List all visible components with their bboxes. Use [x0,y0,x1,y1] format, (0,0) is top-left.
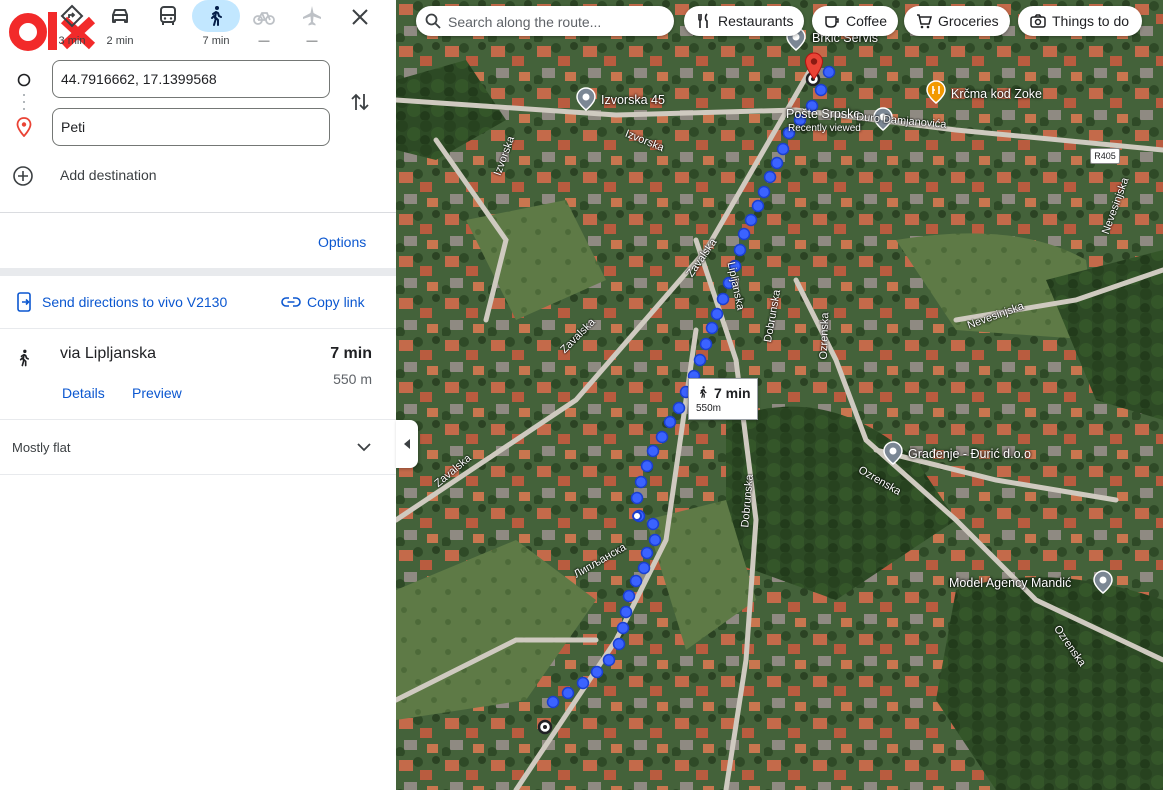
badge-time: 7 min [714,385,751,401]
chip-coffee[interactable]: Coffee [812,6,898,36]
directions-diamond-icon [60,4,84,28]
details-button[interactable]: Details [62,385,105,401]
camera-icon [1030,14,1046,28]
section-divider [0,268,396,276]
place-label[interactable]: Građenje - Đurić d.o.o [908,447,1031,461]
mode-transit-button[interactable] [146,0,190,52]
elevation-row[interactable]: Mostly flat [0,420,396,474]
place-sublabel: Recently viewed [788,123,861,134]
search-icon [425,13,441,29]
satellite-imagery [396,0,1163,790]
search-along-route[interactable] [416,6,674,36]
link-icon[interactable] [281,294,301,310]
walking-icon [211,6,222,26]
mode-driving-label: 2 min [106,35,134,47]
trip-route-name: via Lipljanska [60,345,157,362]
divider [0,328,396,329]
close-icon[interactable] [349,6,371,28]
cart-icon [917,14,932,29]
mode-driving-button[interactable]: 2 min [98,0,142,52]
origin-circle-icon [17,73,31,87]
bicycle-icon [253,12,275,25]
search-input[interactable] [446,10,670,34]
place-label[interactable]: Izvorska 45 [601,93,665,107]
place-label[interactable]: Pošte Srpske [786,107,860,121]
mode-flights-label: — [306,35,318,47]
badge-distance: 550m [696,403,722,414]
airplane-icon [303,6,321,26]
restaurant-icon [698,13,708,28]
restaurant-pin-icon[interactable] [926,80,946,104]
chevron-down-icon [357,443,371,452]
coffee-icon [825,16,839,28]
mode-flights-button[interactable]: — [290,0,334,52]
chip-coffee-label: Coffee [846,13,887,29]
trip-distance: 550 m [333,371,372,387]
send-to-phone-icon[interactable] [16,292,34,312]
destination-input[interactable]: Peti [52,108,330,146]
waypoint-marker [632,511,642,521]
trip-duration: 7 min [330,345,372,362]
add-destination-icon[interactable] [12,165,34,187]
options-button[interactable]: Options [318,234,366,250]
caret-left-icon [404,439,410,449]
mode-best-button[interactable]: 3 min [50,0,94,52]
road-shield: R405 [1090,148,1120,164]
mode-best-label: 3 min [58,35,86,47]
mode-cycling-label: — [258,35,270,47]
destination-pin-icon [16,117,32,137]
place-pin-icon[interactable] [883,441,903,465]
preview-button[interactable]: Preview [132,385,182,401]
divider [0,474,396,475]
mode-walking-label: 7 min [202,35,230,47]
walking-icon [19,349,29,367]
chip-restaurants-label: Restaurants [718,13,794,29]
place-label[interactable]: Krčma kod Zoke [951,87,1042,101]
divider [0,212,396,213]
directions-panel: 3 min 2 min 7 min — — 44.7916662, 17.139… [0,0,397,790]
chip-things-to-do[interactable]: Things to do [1018,6,1142,36]
route-dots-icon [23,94,25,110]
bus-icon [160,6,176,25]
mode-cycling-button[interactable]: — [242,0,286,52]
terrain-label: Mostly flat [12,440,71,455]
walking-icon [700,386,707,398]
place-pin-icon[interactable] [1093,570,1113,594]
chip-groceries-label: Groceries [938,13,999,29]
place-pin-icon[interactable] [576,87,596,111]
destination-pin-icon[interactable] [804,52,824,80]
swap-icon[interactable] [348,90,372,114]
collapse-panel-button[interactable] [396,420,418,468]
add-destination-button[interactable]: Add destination [60,167,157,183]
origin-input[interactable]: 44.7916662, 17.1399568 [52,60,330,98]
place-label[interactable]: Model Agency Mandić [949,576,1071,590]
chip-groceries[interactable]: Groceries [904,6,1010,36]
street-label: Ozrenska [817,312,832,360]
chip-restaurants[interactable]: Restaurants [684,6,804,36]
car-icon [112,9,128,23]
mode-walking-button[interactable]: 7 min [192,0,240,52]
send-directions-link[interactable]: Send directions to vivo V2130 [42,294,227,310]
map-canvas[interactable]: Izvorska 45 Pošte Srpske Recently viewed… [396,0,1163,790]
route-time-badge[interactable]: 7 min 550m [688,378,758,420]
copy-link-button[interactable]: Copy link [307,294,365,310]
chip-things-to-do-label: Things to do [1052,13,1130,29]
